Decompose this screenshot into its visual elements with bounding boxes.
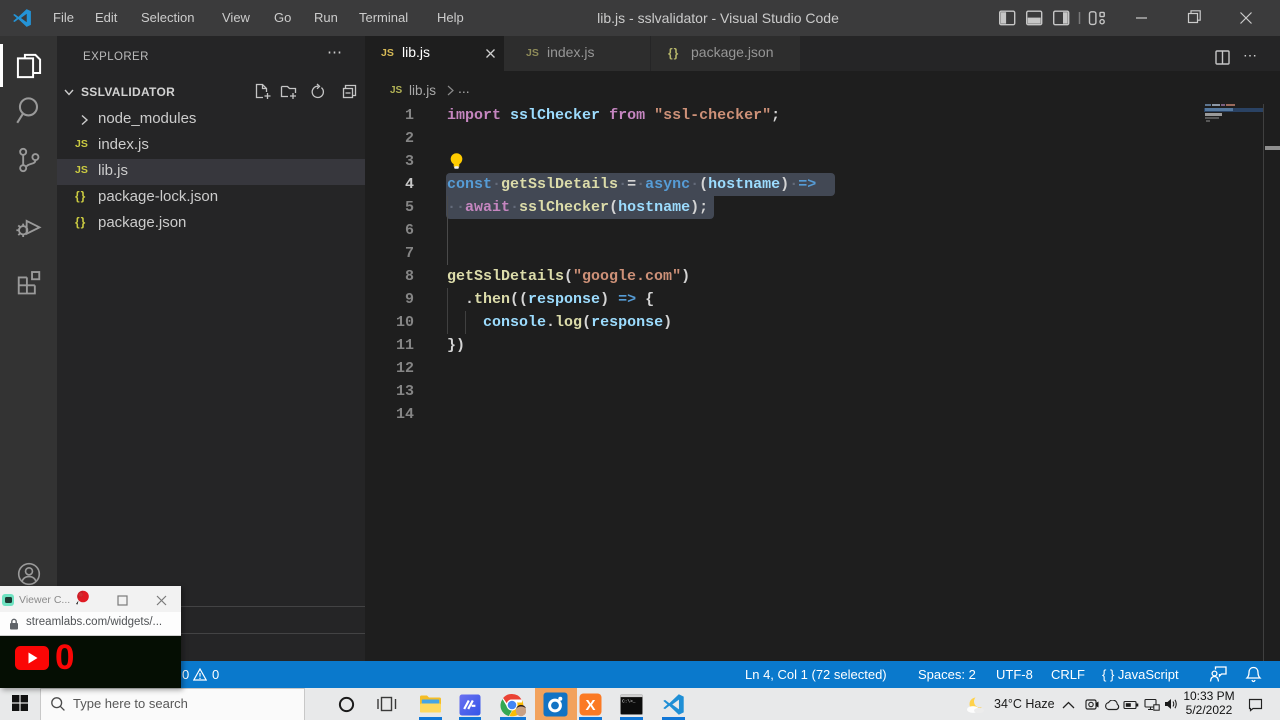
svg-text:C:\>_: C:\>_: [622, 699, 636, 705]
svg-text:X: X: [585, 697, 595, 714]
